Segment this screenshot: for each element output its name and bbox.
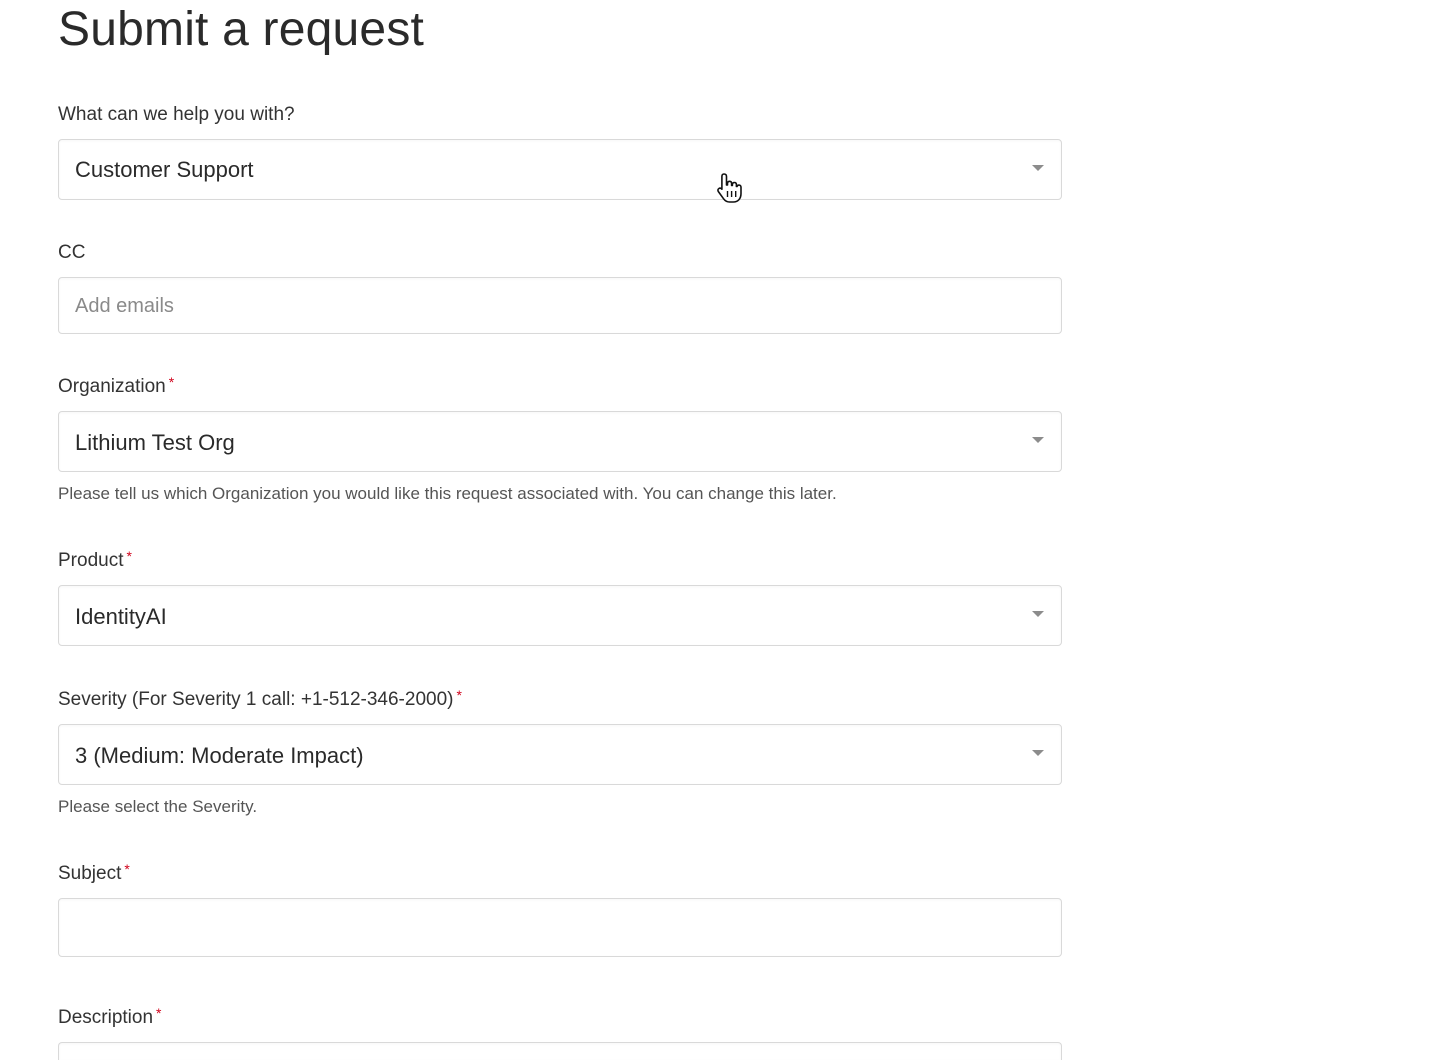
organization-selected-value: Lithium Test Org — [75, 430, 235, 455]
severity-select[interactable]: 3 (Medium: Moderate Impact) — [58, 724, 1062, 785]
help-with-select[interactable]: Customer Support — [58, 139, 1062, 200]
chevron-down-icon — [1032, 611, 1044, 617]
page-title: Submit a request — [58, 3, 425, 56]
product-label-text: Product — [58, 550, 124, 571]
chevron-down-icon — [1032, 437, 1044, 443]
subject-label: Subject * — [58, 861, 130, 885]
organization-label-text: Organization — [58, 376, 166, 397]
required-asterisk: * — [168, 374, 175, 390]
severity-label: Severity (For Severity 1 call: +1-512-34… — [58, 687, 462, 711]
help-with-label-text: What can we help you with? — [58, 104, 295, 125]
help-with-selected-value: Customer Support — [75, 157, 254, 182]
product-select[interactable]: IdentityAI — [58, 585, 1062, 646]
required-asterisk: * — [156, 1005, 162, 1021]
cc-placeholder: Add emails — [75, 295, 174, 317]
organization-select[interactable]: Lithium Test Org — [58, 411, 1062, 472]
cc-label-text: CC — [58, 242, 86, 263]
cc-email-field[interactable]: Add emails — [58, 277, 1062, 334]
chevron-down-icon — [1032, 165, 1044, 171]
product-selected-value: IdentityAI — [75, 604, 167, 629]
severity-label-text: Severity (For Severity 1 call: +1-512-34… — [58, 689, 454, 710]
severity-selected-value: 3 (Medium: Moderate Impact) — [75, 743, 364, 768]
cc-label: CC — [58, 242, 85, 264]
help-with-label: What can we help you with? — [58, 104, 295, 126]
required-asterisk: * — [126, 548, 132, 564]
hand-pointer-cursor-icon — [717, 173, 742, 203]
description-textarea[interactable] — [58, 1042, 1062, 1060]
required-asterisk: * — [456, 687, 462, 703]
severity-hint: Please select the Severity. — [58, 797, 258, 816]
subject-input[interactable] — [58, 898, 1062, 957]
description-label: Description * — [58, 1005, 162, 1029]
organization-label: Organization * — [58, 374, 175, 398]
subject-label-text: Subject — [58, 863, 122, 884]
organization-hint: Please tell us which Organization you wo… — [58, 484, 837, 503]
chevron-down-icon — [1032, 750, 1044, 756]
submit-request-page: Submit a request What can we help you wi… — [0, 0, 1431, 1060]
required-asterisk: * — [124, 861, 130, 877]
description-label-text: Description — [58, 1007, 154, 1028]
product-label: Product * — [58, 548, 132, 572]
